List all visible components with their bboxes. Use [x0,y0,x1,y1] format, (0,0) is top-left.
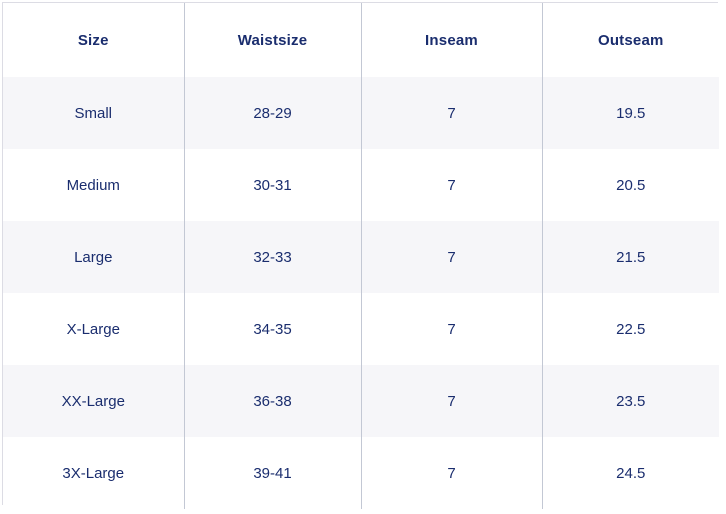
cell-waistsize: 34-35 [184,293,362,365]
cell-waistsize: 32-33 [184,221,362,293]
cell-waistsize: 30-31 [184,149,362,221]
table-header-row: Size Waistsize Inseam Outseam [3,3,719,77]
cell-size: Medium [3,149,185,221]
cell-waistsize: 36-38 [184,365,362,437]
cell-size: Large [3,221,185,293]
size-chart-container: Size Waistsize Inseam Outseam Small 28-2… [2,2,719,509]
table-body: Small 28-29 7 19.5 Medium 30-31 7 20.5 L… [3,77,719,509]
table-row: Medium 30-31 7 20.5 [3,149,719,221]
cell-inseam: 7 [361,221,543,293]
column-header-outseam: Outseam [542,3,719,77]
cell-size: 3X-Large [3,437,185,509]
column-header-inseam: Inseam [361,3,543,77]
cell-inseam: 7 [361,149,543,221]
cell-outseam: 21.5 [542,221,719,293]
cell-size: XX-Large [3,365,185,437]
cell-outseam: 24.5 [542,437,719,509]
table-row: 3X-Large 39-41 7 24.5 [3,437,719,509]
cell-inseam: 7 [361,437,543,509]
cell-size: X-Large [3,293,185,365]
column-header-size: Size [3,3,185,77]
cell-outseam: 20.5 [542,149,719,221]
cell-inseam: 7 [361,293,543,365]
cell-waistsize: 39-41 [184,437,362,509]
size-chart-table: Size Waistsize Inseam Outseam Small 28-2… [3,3,719,509]
cell-inseam: 7 [361,77,543,149]
cell-size: Small [3,77,185,149]
cell-waistsize: 28-29 [184,77,362,149]
table-row: Small 28-29 7 19.5 [3,77,719,149]
table-row: Large 32-33 7 21.5 [3,221,719,293]
column-header-waistsize: Waistsize [184,3,362,77]
table-header: Size Waistsize Inseam Outseam [3,3,719,77]
table-row: X-Large 34-35 7 22.5 [3,293,719,365]
cell-outseam: 19.5 [542,77,719,149]
cell-inseam: 7 [361,365,543,437]
cell-outseam: 23.5 [542,365,719,437]
cell-outseam: 22.5 [542,293,719,365]
table-row: XX-Large 36-38 7 23.5 [3,365,719,437]
